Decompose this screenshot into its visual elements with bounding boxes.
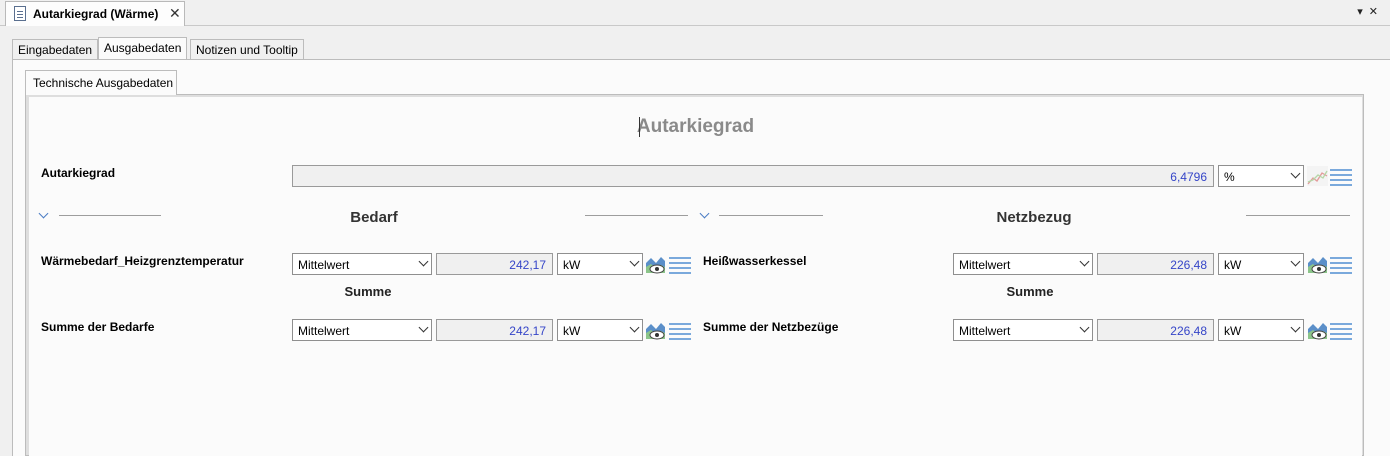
list-icon[interactable] (669, 322, 691, 340)
heisswasserkessel-value: 226,48 (1097, 253, 1214, 275)
chevron-down-icon (629, 322, 640, 333)
waermebedarf-mode-select[interactable]: Mittelwert (292, 253, 432, 275)
summe-der-netzbezuege-label: Summe der Netzbezüge (703, 320, 839, 334)
waermebedarf-value: 242,17 (436, 253, 553, 275)
summe-netzbezuege-value: 226,48 (1097, 319, 1214, 341)
list-icon[interactable] (669, 256, 691, 274)
document-tab-strip: Autarkiegrad (Wärme) ✕ ▾✕ (0, 0, 1390, 26)
summe-bedarfe-mode-value: Mittelwert (298, 324, 350, 338)
subtab-technische-ausgabedaten[interactable]: Technische Ausgabedaten (25, 70, 177, 95)
waermebedarf-mode-value: Mittelwert (298, 258, 350, 272)
summe-bedarfe-unit-select[interactable]: kW (557, 319, 643, 341)
chart-eye-icon[interactable] (645, 254, 666, 274)
bedarf-summe-title: Summe (344, 284, 392, 299)
tab-ausgabedaten[interactable]: Ausgabedaten (98, 37, 188, 60)
heisswasserkessel-label: Heißwasserkessel (703, 254, 807, 268)
text-caret (639, 117, 640, 137)
summe-bedarfe-value: 242,17 (436, 319, 553, 341)
chart-eye-icon[interactable] (1307, 320, 1328, 340)
heisswasserkessel-mode-select[interactable]: Mittelwert (953, 253, 1093, 275)
page-title: Autarkiegrad (636, 116, 755, 137)
chevron-down-icon (1290, 256, 1301, 267)
window-controls: ▾✕ (1357, 5, 1384, 18)
autarkiegrad-unit-select[interactable]: % (1218, 165, 1304, 187)
autarkiegrad-unit-value: % (1224, 170, 1235, 184)
chevron-down-icon (1290, 168, 1301, 179)
chevron-down-icon (1079, 322, 1090, 333)
dropdown-menu-icon[interactable]: ▾ (1357, 6, 1369, 18)
document-tab[interactable]: Autarkiegrad (Wärme) ✕ (5, 1, 185, 26)
list-icon[interactable] (1330, 256, 1352, 274)
chart-eye-icon[interactable] (645, 320, 666, 340)
bedarf-divider-left (59, 215, 161, 216)
waermebedarf-label: Wärmebedarf_Heizgrenztemperatur (41, 254, 244, 268)
netzbezug-divider-right (1246, 215, 1350, 216)
chevron-down-icon (418, 322, 429, 333)
heisswasserkessel-unit-value: kW (1224, 258, 1242, 272)
chevron-down-icon (418, 256, 429, 267)
line-chart-icon[interactable] (1307, 166, 1328, 186)
netzbezug-section-title: Netzbezug (996, 209, 1072, 226)
bedarf-section-title: Bedarf (350, 209, 398, 226)
netzbezug-summe-title: Summe (1006, 284, 1054, 299)
chevron-down-icon (1079, 256, 1090, 267)
summe-netzbezuege-mode-value: Mittelwert (959, 324, 1011, 338)
list-icon[interactable] (1330, 322, 1352, 340)
chevron-down-icon (1290, 322, 1301, 333)
summe-bedarfe-unit-value: kW (563, 324, 581, 338)
netzbezug-divider-left (719, 215, 823, 216)
heisswasserkessel-unit-select[interactable]: kW (1218, 253, 1304, 275)
document-icon (14, 6, 26, 21)
summe-netzbezuege-mode-select[interactable]: Mittelwert (953, 319, 1093, 341)
chevron-down-icon (629, 256, 640, 267)
tab-notizen-und-tooltip[interactable]: Notizen und Tooltip (190, 39, 304, 60)
summe-netzbezuege-unit-value: kW (1224, 324, 1242, 338)
close-tab-icon[interactable]: ✕ (169, 5, 181, 22)
close-window-icon[interactable]: ✕ (1369, 6, 1384, 18)
chart-eye-icon[interactable] (1307, 254, 1328, 274)
waermebedarf-unit-value: kW (563, 258, 581, 272)
summe-netzbezuege-unit-select[interactable]: kW (1218, 319, 1304, 341)
summe-der-bedarfe-label: Summe der Bedarfe (41, 320, 155, 334)
waermebedarf-unit-select[interactable]: kW (557, 253, 643, 275)
document-tab-title: Autarkiegrad (Wärme) (33, 7, 159, 21)
technische-ausgabedaten-panel (29, 97, 1362, 456)
tab-eingabedaten[interactable]: Eingabedaten (12, 39, 99, 60)
heisswasserkessel-mode-value: Mittelwert (959, 258, 1011, 272)
summe-bedarfe-mode-select[interactable]: Mittelwert (292, 319, 432, 341)
autarkiegrad-value: 6,4796 (292, 165, 1214, 187)
list-icon[interactable] (1330, 168, 1352, 186)
autarkiegrad-label: Autarkiegrad (41, 166, 116, 180)
bedarf-divider-right (585, 215, 688, 216)
